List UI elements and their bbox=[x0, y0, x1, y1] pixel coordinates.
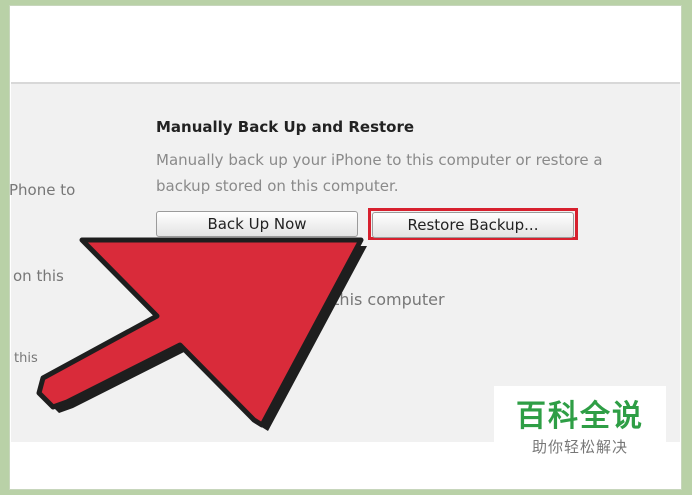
watermark-subtitle: 助你轻松解决 bbox=[531, 438, 628, 456]
watermark: 百科全说 助你轻松解决 bbox=[494, 386, 666, 464]
watermark-title: 百科全说 bbox=[516, 399, 644, 434]
